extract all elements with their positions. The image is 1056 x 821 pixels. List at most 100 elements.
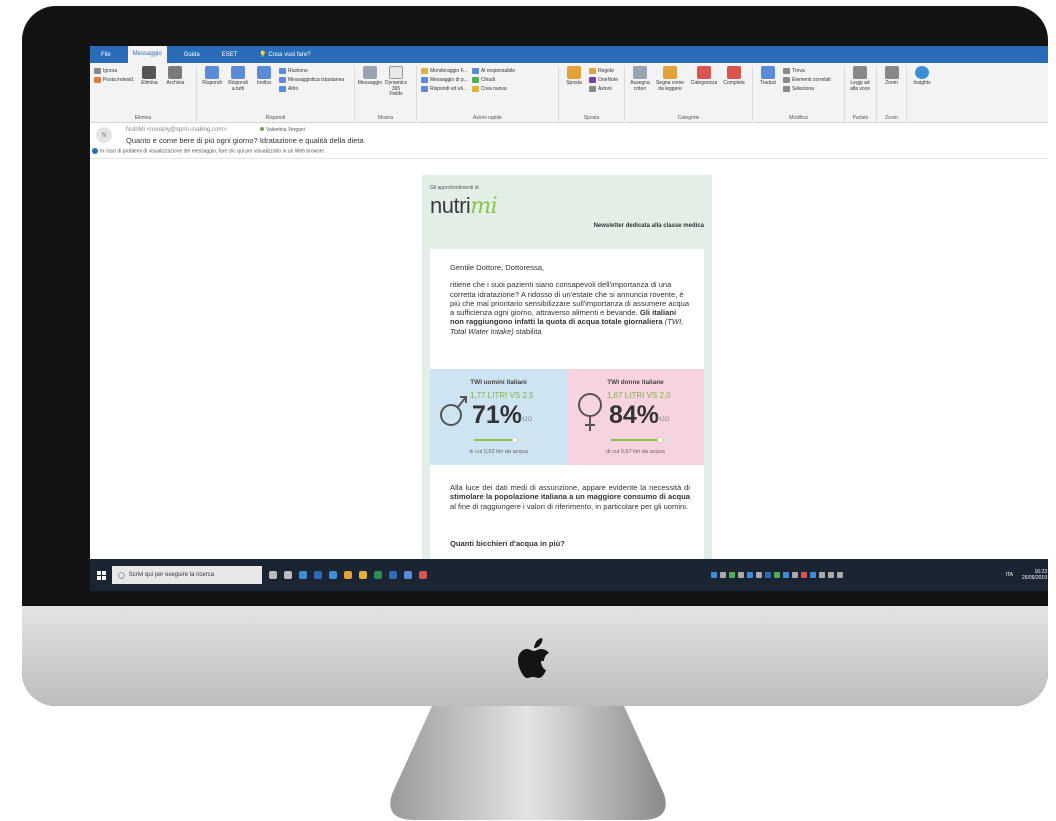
greeting: Gentile Dottore, Dottoressa,	[450, 263, 545, 272]
read-aloud-icon	[853, 66, 867, 79]
regole-label: Regole	[598, 68, 614, 74]
quickstep-1-label: Mondoraggio F...	[430, 68, 468, 74]
insights-button[interactable]: Insights	[911, 66, 933, 121]
posta-indesiderata-button[interactable]: Posta indesid.	[94, 77, 134, 83]
tab-guida[interactable]: Guida	[179, 49, 205, 61]
tray-icon[interactable]	[756, 572, 762, 578]
quickstep-3[interactable]: Rispondi ed eli...	[421, 86, 468, 92]
skype-icon[interactable]	[299, 571, 307, 579]
ignora-button[interactable]: Ignora	[94, 68, 134, 74]
segna-button[interactable]: Segna come da leggere	[655, 66, 685, 121]
p2-a: Alla luce dei dati medi di assunzione, a…	[450, 483, 690, 492]
teams-icon[interactable]	[404, 571, 412, 579]
word-icon[interactable]	[389, 571, 397, 579]
tray-icon[interactable]	[738, 572, 744, 578]
reply-all-icon	[231, 66, 245, 79]
actions-icon	[589, 86, 596, 92]
archivia-button[interactable]: Archivia	[164, 66, 186, 121]
chrome-icon[interactable]	[344, 571, 352, 579]
tray-icon[interactable]	[783, 572, 789, 578]
archivia-label: Archivia	[166, 80, 185, 86]
taskbar-search[interactable]: ◯ Scrivi qui per eseguire la ricerca	[112, 566, 262, 584]
tray-icon[interactable]	[810, 572, 816, 578]
tray-icon[interactable]	[720, 572, 726, 578]
elementi-button[interactable]: Elementi correlati	[783, 77, 831, 83]
inoltra-button[interactable]: Inoltra	[253, 66, 275, 121]
clock[interactable]: 16:23 26/06/2019	[1022, 569, 1047, 581]
quickstep-1[interactable]: Mondoraggio F...	[421, 68, 468, 74]
dynamics-button[interactable]: Dynamics 365 Fields	[385, 66, 407, 121]
group-categorie: Assegna criteri Segna come da leggere Ca…	[625, 66, 753, 121]
group-label-zoom: Zoom	[885, 115, 898, 121]
tab-messaggio[interactable]: Messaggio	[127, 46, 167, 63]
zoom-button[interactable]: Zoom	[881, 66, 902, 121]
stat-women: TWI donne italiane 1,67 LITRI VS 2,0 84%…	[567, 369, 704, 465]
tray-icon[interactable]	[711, 572, 717, 578]
tray-icon[interactable]	[819, 572, 825, 578]
powerpoint-icon[interactable]	[419, 571, 427, 579]
newsletter-card: Gentile Dottore, Dottoressa, ritiene che…	[430, 249, 704, 579]
leggi-button[interactable]: Leggi ad alta voce	[849, 66, 871, 121]
messaggio-button[interactable]: Messaggio	[358, 66, 382, 121]
microphone-icon[interactable]	[269, 571, 277, 579]
quickstep-6[interactable]: Crea nuova	[471, 86, 515, 92]
completa-button[interactable]: Completa	[723, 66, 745, 121]
info-bar[interactable]: In caso di problemi di visualizzazione d…	[92, 148, 325, 154]
tray-icon[interactable]	[747, 572, 753, 578]
sender[interactable]: NutriMi <noreply@sprm-mailing.com>	[126, 127, 227, 133]
rispondi-label: Rispondi	[202, 80, 222, 86]
recipient[interactable]: Valentina Vergani	[260, 127, 305, 133]
insights-label: Insights	[913, 80, 931, 86]
azioni-button[interactable]: Azioni	[589, 86, 618, 92]
language-indicator[interactable]: ITA	[1006, 572, 1013, 578]
assegna-label: Assegna criteri	[630, 80, 650, 92]
volume-icon[interactable]	[837, 572, 843, 578]
tray-icon[interactable]	[801, 572, 807, 578]
messaggistica-button[interactable]: Messaggistica istantanea	[279, 77, 344, 83]
stat-women-sub: 1,67 LITRI VS 2,0	[607, 391, 671, 400]
trova-button[interactable]: Trova	[783, 68, 831, 74]
tray-icon[interactable]	[729, 572, 735, 578]
tray-icon[interactable]	[774, 572, 780, 578]
elementi-label: Elementi correlati	[792, 77, 831, 83]
traduci-button[interactable]: Traduci	[757, 66, 779, 121]
riunione-button[interactable]: Riunione	[279, 68, 344, 74]
categorize-icon	[697, 66, 711, 79]
explorer-icon[interactable]	[359, 571, 367, 579]
ignore-icon	[94, 68, 101, 74]
tell-me-box[interactable]: 💡 Cosa vuoi fare?	[254, 48, 315, 61]
quickstep-2[interactable]: Messaggio di p...	[421, 77, 468, 83]
quickstep-5[interactable]: Chiudi	[471, 77, 515, 83]
tray-icon[interactable]	[765, 572, 771, 578]
task-view-icon[interactable]	[284, 571, 292, 579]
network-icon[interactable]	[828, 572, 834, 578]
outlook-icon[interactable]	[314, 571, 322, 579]
tab-file[interactable]: File	[96, 49, 116, 61]
quickstep-icon	[471, 68, 479, 74]
insights-icon	[915, 66, 929, 79]
rispondi-tutti-button[interactable]: Rispondi a tutti	[227, 66, 249, 121]
regole-button[interactable]: Regole	[589, 68, 618, 74]
elimina-label: Elimina	[141, 80, 158, 86]
assegna-button[interactable]: Assegna criteri	[629, 66, 651, 121]
start-button[interactable]	[90, 559, 112, 591]
onenote-button[interactable]: OneNote	[589, 77, 618, 83]
tab-eset[interactable]: ESET	[217, 49, 243, 61]
messaggistica-label: Messaggistica istantanea	[288, 77, 345, 83]
rules-icon	[589, 68, 596, 74]
group-elimina: Ignora Posta indesid. Elimina Archivia E…	[90, 66, 197, 121]
excel-icon[interactable]	[374, 571, 382, 579]
stat-men-note: di cui 0,62 litri da acqua	[469, 449, 528, 455]
windows-icon	[96, 570, 106, 580]
tray-icon[interactable]	[792, 572, 798, 578]
group-label-rispondi: Rispondi	[265, 115, 286, 121]
elimina-button[interactable]: Elimina	[138, 66, 160, 121]
sposta-button[interactable]: Sposta	[563, 66, 585, 121]
categorizza-button[interactable]: Categorizza	[689, 66, 719, 121]
rispondi-button[interactable]: Rispondi	[201, 66, 223, 121]
quickstep-4[interactable]: Al responsabile	[471, 68, 515, 74]
quickstep-icon	[421, 86, 428, 92]
altro-button[interactable]: Altro	[279, 86, 344, 92]
seleziona-button[interactable]: Seleziona	[783, 86, 831, 92]
edge-icon[interactable]	[329, 571, 337, 579]
